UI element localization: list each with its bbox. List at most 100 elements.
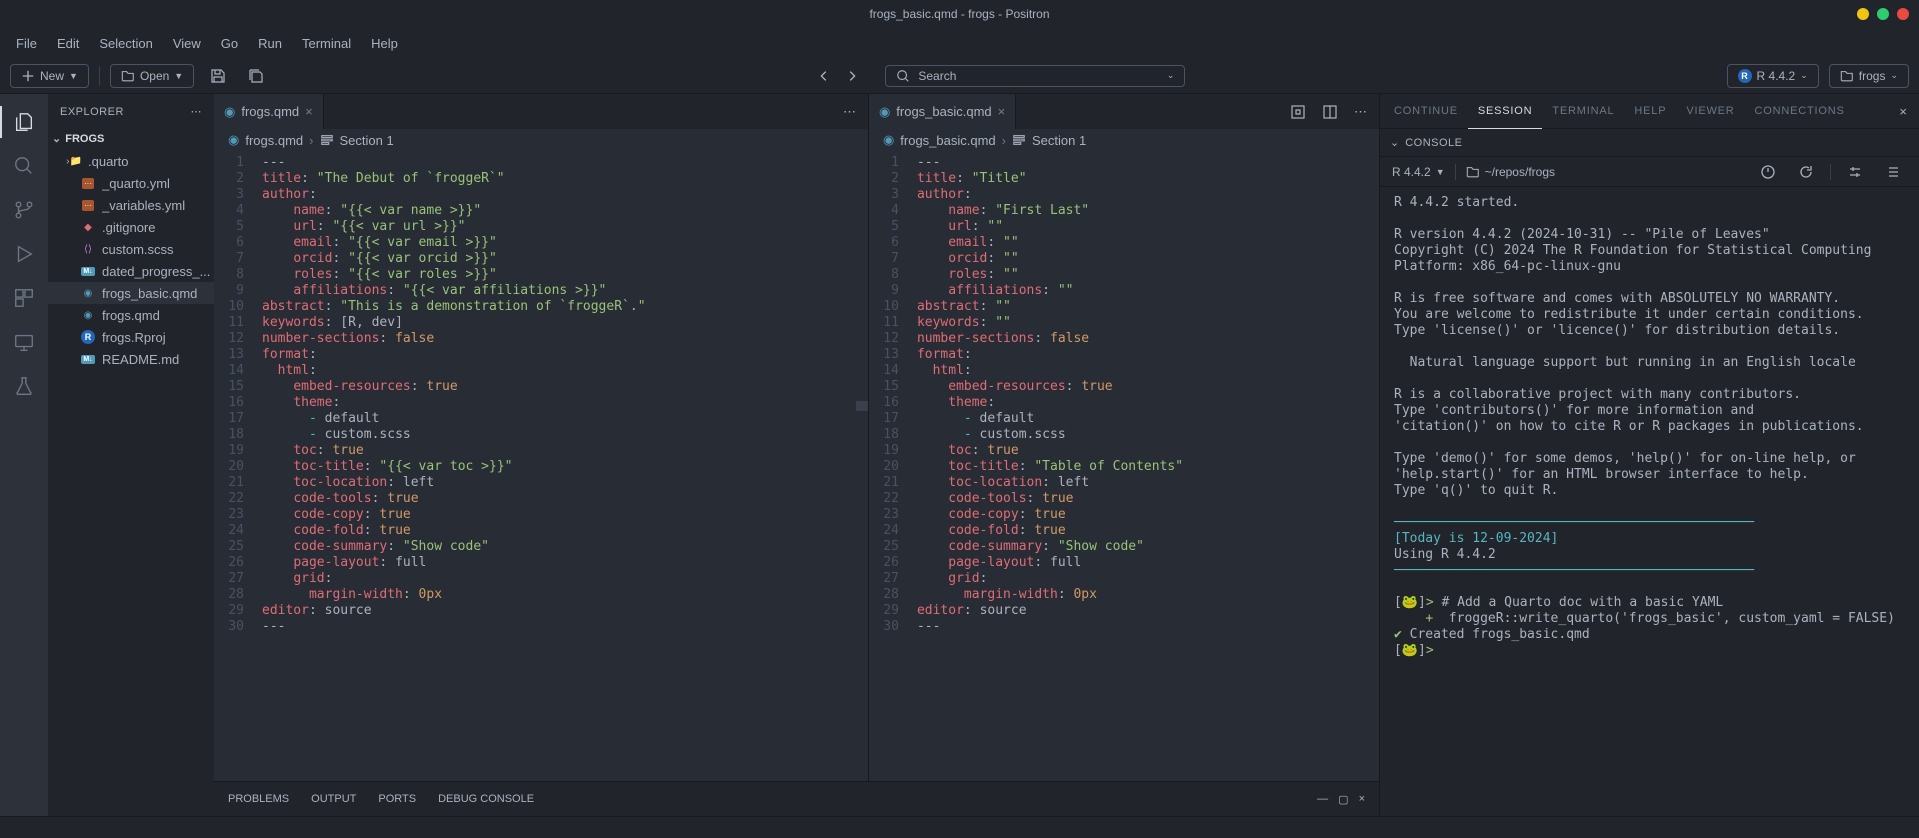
extensions-activity[interactable] xyxy=(0,278,48,318)
explorer-activity[interactable] xyxy=(0,102,48,142)
tab-frogs-basic-qmd[interactable]: ◉ frogs_basic.qmd × xyxy=(869,94,1016,129)
open-button[interactable]: Open ▼ xyxy=(110,64,194,88)
panel-tab-ports[interactable]: PORTS xyxy=(378,793,416,805)
maximize-button[interactable] xyxy=(1877,8,1889,20)
file-item[interactable]: ◉frogs.qmd xyxy=(48,304,214,326)
line-content: margin-width: 0px xyxy=(262,587,868,603)
workspace-selector[interactable]: frogs ⌄ xyxy=(1829,64,1909,88)
line-content: title: "The Debut of `froggeR`" xyxy=(262,171,868,187)
code-line: 1--- xyxy=(869,155,1379,171)
line-content: theme: xyxy=(262,395,868,411)
new-button[interactable]: New ▼ xyxy=(10,64,89,88)
tab-continue[interactable]: CONTINUE xyxy=(1384,94,1468,129)
menu-file[interactable]: File xyxy=(6,32,47,55)
console-output[interactable]: R 4.4.2 started. R version 4.4.2 (2024-1… xyxy=(1380,187,1919,816)
menu-run[interactable]: Run xyxy=(248,32,292,55)
close-icon[interactable]: × xyxy=(998,104,1006,119)
debug-activity[interactable] xyxy=(0,234,48,274)
panel-tab-output[interactable]: OUTPUT xyxy=(311,793,356,805)
split-button[interactable] xyxy=(1316,100,1344,124)
menu-go[interactable]: Go xyxy=(211,32,248,55)
save-button[interactable] xyxy=(204,64,232,88)
save-all-icon xyxy=(248,68,264,84)
shutdown-button[interactable] xyxy=(1754,160,1782,184)
menu-help[interactable]: Help xyxy=(361,32,408,55)
divider xyxy=(1455,164,1456,180)
tab-session[interactable]: SESSION xyxy=(1468,94,1543,129)
line-number: 19 xyxy=(214,443,262,459)
console-header[interactable]: ⌄ CONSOLE xyxy=(1380,129,1919,157)
testing-activity[interactable] xyxy=(0,366,48,406)
panel-close-button[interactable]: × xyxy=(1359,793,1365,806)
file-item[interactable]: ···_quarto.yml xyxy=(48,172,214,194)
more-actions-button[interactable]: ⋯ xyxy=(837,100,862,124)
restart-button[interactable] xyxy=(1792,160,1820,184)
breadcrumb-right[interactable]: ◉ frogs_basic.qmd › Section 1 xyxy=(869,129,1379,151)
line-content: code-fold: true xyxy=(917,523,1379,539)
minimap-indicator xyxy=(856,401,868,411)
search-input[interactable]: Search ⌄ xyxy=(885,65,1185,87)
line-content: url: "" xyxy=(917,219,1379,235)
code-line: 27 grid: xyxy=(869,571,1379,587)
file-item[interactable]: Rfrogs.Rproj xyxy=(48,326,214,348)
panel-minimize-button[interactable]: — xyxy=(1317,793,1328,806)
tab-help[interactable]: HELP xyxy=(1624,94,1676,129)
scm-activity[interactable] xyxy=(0,190,48,230)
remote-activity[interactable] xyxy=(0,322,48,362)
panel-tab-problems[interactable]: PROBLEMS xyxy=(228,793,289,805)
file-item[interactable]: ›📁.quarto xyxy=(48,150,214,172)
menu-edit[interactable]: Edit xyxy=(47,32,89,55)
panel-maximize-button[interactable]: ▢ xyxy=(1338,793,1348,806)
new-label: New xyxy=(40,69,64,83)
line-content: format: xyxy=(917,347,1379,363)
window-title: frogs_basic.qmd - frogs - Positron xyxy=(869,7,1049,21)
tab-frogs-qmd[interactable]: ◉ frogs.qmd × xyxy=(214,94,324,129)
file-item[interactable]: ◆.gitignore xyxy=(48,216,214,238)
more-actions-button[interactable]: ⋯ xyxy=(1348,100,1373,124)
close-icon[interactable]: × xyxy=(305,104,313,119)
nav-back-button[interactable] xyxy=(811,65,837,87)
close-panel-button[interactable]: × xyxy=(1891,104,1915,119)
chevron-right-icon xyxy=(845,69,859,83)
settings-button[interactable] xyxy=(1841,160,1869,184)
save-all-button[interactable] xyxy=(242,64,270,88)
line-number: 30 xyxy=(214,619,262,635)
file-item[interactable]: ···_variables.yml xyxy=(48,194,214,216)
play-icon xyxy=(13,243,35,265)
menu-view[interactable]: View xyxy=(163,32,211,55)
line-content: url: "{{< var url >}}" xyxy=(262,219,868,235)
menu-selection[interactable]: Selection xyxy=(89,32,162,55)
chevron-down-icon: ▼ xyxy=(69,71,78,81)
tab-viewer[interactable]: VIEWER xyxy=(1676,94,1744,129)
tab-terminal[interactable]: TERMINAL xyxy=(1542,94,1624,129)
editor-body-right[interactable]: 1---2title: "Title"3author:4 name: "Firs… xyxy=(869,151,1379,816)
line-number: 2 xyxy=(214,171,262,187)
line-number: 20 xyxy=(869,459,917,475)
breadcrumb-left[interactable]: ◉ frogs.qmd › Section 1 xyxy=(214,129,868,151)
search-activity[interactable] xyxy=(0,146,48,186)
menu-terminal[interactable]: Terminal xyxy=(292,32,361,55)
line-number: 8 xyxy=(869,267,917,283)
more-icon[interactable]: ⋯ xyxy=(191,105,203,118)
file-item[interactable]: M↓README.md xyxy=(48,348,214,370)
line-number: 16 xyxy=(869,395,917,411)
panel-tab-debug-console[interactable]: DEBUG CONSOLE xyxy=(438,793,534,805)
minimize-button[interactable] xyxy=(1857,8,1869,20)
nav-forward-button[interactable] xyxy=(839,65,865,87)
file-label: frogs.qmd xyxy=(102,308,160,323)
line-content: abstract: "This is a demonstration of `f… xyxy=(262,299,868,315)
close-button[interactable] xyxy=(1897,8,1909,20)
preview-button[interactable] xyxy=(1284,100,1312,124)
list-button[interactable] xyxy=(1879,160,1907,184)
editor-body-left[interactable]: 1---2title: "The Debut of `froggeR`"3aut… xyxy=(214,151,868,816)
file-item[interactable]: M↓dated_progress_... xyxy=(48,260,214,282)
folder-section-header[interactable]: ⌄ FROGS xyxy=(48,129,214,148)
file-item[interactable]: ⟨⟩custom.scss xyxy=(48,238,214,260)
tabbar-right: ◉ frogs_basic.qmd × ⋯ xyxy=(869,94,1379,129)
tab-connections[interactable]: CONNECTIONS xyxy=(1745,94,1855,129)
interpreter-selector[interactable]: RR 4.4.2 ⌄ xyxy=(1727,64,1819,88)
line-content: html: xyxy=(262,363,868,379)
console-cwd-selector[interactable]: ~/repos/frogs xyxy=(1466,165,1555,179)
console-interpreter-selector[interactable]: R 4.4.2 ▼ xyxy=(1392,165,1445,179)
file-item[interactable]: ◉frogs_basic.qmd xyxy=(48,282,214,304)
